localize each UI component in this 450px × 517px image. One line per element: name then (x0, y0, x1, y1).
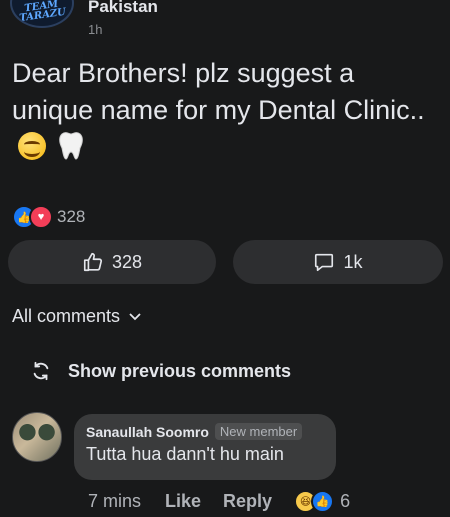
comment-bubble[interactable]: Sanaullah Soomro New member Tutta hua da… (74, 414, 336, 480)
show-previous-comments-button[interactable]: Show previous comments (30, 360, 291, 382)
comment-reactions[interactable]: 😆 👍 (294, 490, 335, 513)
page-name[interactable]: Pakistan (88, 0, 158, 17)
show-previous-label: Show previous comments (68, 360, 292, 381)
like-reaction-icon: 👍 (311, 490, 335, 513)
member-badge: New member (214, 423, 303, 440)
logo-text: TEAM TARAZU (18, 0, 67, 25)
comment-like-button[interactable]: Like (165, 491, 201, 512)
love-reaction-icon: ♥ (29, 205, 53, 229)
comment-author-row: Sanaullah Soomro New member (86, 423, 324, 440)
reaction-count: 328 (57, 207, 86, 226)
comment-reaction-count: 6 (340, 491, 351, 511)
comment-author[interactable]: Sanaullah Soomro (86, 424, 209, 440)
comment-time: 7 mins (88, 491, 142, 511)
comment-filter-label: All comments (12, 306, 121, 326)
smiling-face-icon (18, 132, 46, 160)
post-body: Dear Brothers! plz suggest a unique name… (12, 55, 432, 166)
reaction-summary[interactable]: 👍 ♥ 328 (12, 205, 85, 229)
comment-count: 1k (343, 251, 363, 272)
post-text: Dear Brothers! plz suggest a unique name… (12, 58, 425, 125)
avatar[interactable] (12, 412, 62, 462)
page-logo[interactable]: TEAM TARAZU (10, 0, 74, 28)
comment-actions: 7 mins Like Reply 😆 👍 6 (88, 490, 350, 513)
comment-reply-button[interactable]: Reply (223, 491, 272, 512)
comment-filter-dropdown[interactable]: All comments (12, 306, 142, 327)
tooth-icon (58, 132, 83, 160)
like-button[interactable]: 328 (8, 240, 216, 284)
like-count: 328 (111, 251, 143, 272)
comment-text: Tutta hua dann't hu main (86, 444, 284, 464)
comment-bubble-icon (315, 253, 334, 272)
refresh-icon (33, 361, 49, 381)
chevron-down-icon (129, 312, 141, 320)
comment-button[interactable]: 1k (233, 240, 443, 284)
post-time[interactable]: 1h (88, 22, 102, 37)
thumbs-up-icon (83, 252, 103, 272)
